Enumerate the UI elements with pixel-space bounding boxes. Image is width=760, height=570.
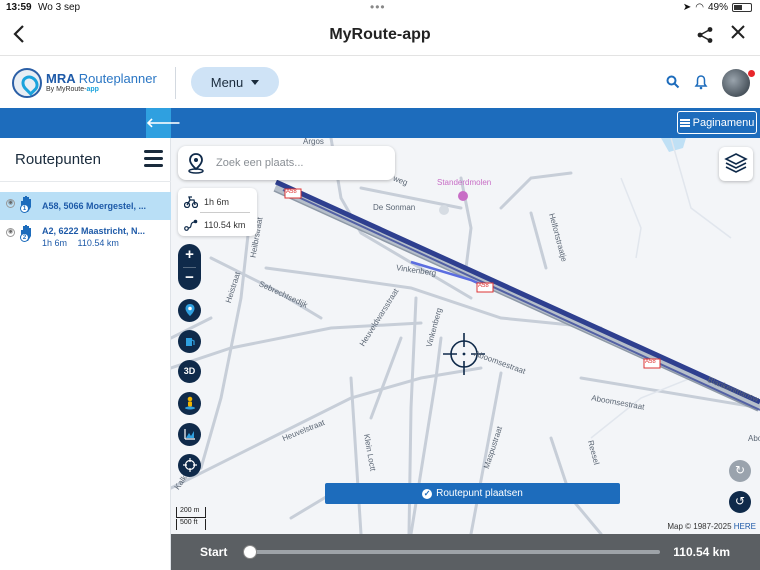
bell-icon[interactable] bbox=[694, 74, 708, 90]
hand-marker-icon: 1 bbox=[18, 195, 34, 213]
route-progress-bar: Start 110.54 km bbox=[171, 534, 760, 570]
panel-divider bbox=[0, 181, 171, 182]
map-base bbox=[171, 138, 760, 534]
3d-toggle-button[interactable]: 3D bbox=[178, 360, 201, 383]
location-arrow-icon: ➤ bbox=[682, 2, 692, 13]
search-icon[interactable] bbox=[666, 75, 680, 89]
copyright-text: Map © 1987-2025 bbox=[667, 522, 732, 531]
route-point-meta: 1h 6m 110.54 km bbox=[42, 238, 127, 248]
map-copyright[interactable]: Map © 1987-2025 HERE bbox=[667, 522, 756, 531]
route-point-badge: 1 bbox=[20, 204, 29, 213]
battery-percent: 49% bbox=[707, 2, 728, 13]
menu-label: Menu bbox=[210, 74, 244, 90]
hand-marker-icon: 2 bbox=[18, 224, 34, 242]
undo-icon[interactable]: ↺ bbox=[729, 491, 751, 513]
window-title: MyRoute-app bbox=[329, 26, 431, 43]
map-canvas[interactable]: Argos De Sonman Standerdmolen weg Heilbr… bbox=[171, 138, 760, 534]
layers-icon[interactable] bbox=[719, 147, 753, 181]
page-menu-label: Paginamenu bbox=[692, 116, 755, 129]
stats-distance-row: 110.54 km bbox=[184, 219, 245, 231]
collapse-panel-arrow-icon[interactable]: 🡐 bbox=[146, 108, 181, 138]
close-icon[interactable] bbox=[726, 22, 750, 46]
map-label: Abo bbox=[748, 434, 760, 443]
check-circle-icon: ✓ bbox=[422, 488, 433, 499]
pegman-icon[interactable] bbox=[178, 392, 201, 415]
scale-metric: 200 m bbox=[176, 507, 206, 518]
battery-icon bbox=[732, 3, 752, 12]
route-point-item[interactable]: ◉ 2 A2, 6222 Maastricht, N... 1h 6m 110.… bbox=[0, 221, 171, 249]
progress-track[interactable] bbox=[250, 550, 660, 554]
start-label: Start bbox=[200, 545, 228, 559]
header-divider bbox=[175, 67, 176, 99]
scale-bar: 200 m 500 ft bbox=[176, 507, 226, 531]
logo-sub-suffix: app bbox=[86, 86, 99, 93]
search-input[interactable] bbox=[216, 154, 386, 172]
progress-slider-handle[interactable] bbox=[243, 545, 257, 559]
drag-handle-icon[interactable]: ◉ bbox=[6, 228, 15, 237]
route-point-distance: 110.54 km bbox=[77, 238, 119, 248]
route-point-item[interactable]: ◉ 1 A58, 5066 Moergestel, ... bbox=[0, 192, 171, 220]
route-panel-menu-icon[interactable] bbox=[144, 150, 163, 167]
zoom-control: + − bbox=[178, 244, 201, 290]
hamburger-icon bbox=[679, 118, 690, 127]
route-stats: 1h 6m 110.54 km bbox=[178, 188, 257, 236]
stats-duration-row: 1h 6m bbox=[183, 196, 230, 209]
fuel-icon[interactable] bbox=[178, 330, 201, 353]
place-route-point-button[interactable]: ✓ Routepunt plaatsen bbox=[325, 483, 620, 504]
scale-imperial: 500 ft bbox=[176, 519, 206, 530]
map-label: Argos bbox=[303, 138, 324, 146]
motorcycle-icon bbox=[183, 196, 199, 209]
route-point-badge: 2 bbox=[20, 233, 29, 242]
multitask-dots-icon[interactable]: ••• bbox=[370, 0, 386, 14]
route-point-name: A2, 6222 Maastricht, N... bbox=[42, 226, 146, 236]
place-route-point-label: Routepunt plaatsen bbox=[436, 488, 523, 499]
stats-duration: 1h 6m bbox=[204, 197, 230, 207]
title-bar: MyRoute-app bbox=[0, 16, 760, 56]
avatar[interactable] bbox=[722, 69, 750, 97]
highway-shield-label: A58 bbox=[286, 189, 297, 195]
status-date: Wo 3 sep bbox=[38, 2, 81, 13]
copyright-brand: HERE bbox=[733, 522, 756, 531]
location-pin-icon[interactable] bbox=[186, 152, 206, 174]
highway-shield-label: A58 bbox=[645, 359, 656, 365]
page-menu-button[interactable]: Paginamenu bbox=[677, 111, 757, 134]
stats-divider bbox=[200, 212, 250, 213]
logo-mra: MRA bbox=[46, 71, 76, 86]
caret-down-icon bbox=[251, 79, 260, 85]
place-search-box bbox=[178, 146, 395, 180]
route-panel: Routepunten ◉ 1 A58, 5066 Moergestel, ..… bbox=[0, 138, 171, 570]
share-icon[interactable] bbox=[696, 26, 716, 46]
map-label: De Sonman bbox=[373, 203, 416, 212]
map-label: Standerdmolen bbox=[437, 178, 492, 187]
zoom-divider bbox=[183, 267, 196, 268]
redo-icon[interactable]: ↻ bbox=[729, 460, 751, 482]
logo-subtitle: By MyRoute-app bbox=[46, 86, 99, 93]
total-distance: 110.54 km bbox=[673, 545, 730, 559]
zoom-in-button[interactable]: + bbox=[178, 244, 201, 267]
elevation-chart-icon[interactable] bbox=[178, 423, 201, 446]
menu-button[interactable]: Menu bbox=[191, 67, 279, 97]
status-bar: 13:59 Wo 3 sep ••• ➤ ◠ 49% bbox=[0, 0, 760, 16]
logo-name: Routeplanner bbox=[78, 71, 157, 86]
notification-dot bbox=[748, 70, 755, 77]
route-panel-title: Routepunten bbox=[15, 151, 101, 168]
location-marker-icon[interactable] bbox=[178, 299, 201, 322]
zoom-out-button[interactable]: − bbox=[178, 267, 201, 290]
app-header: MRA Routeplanner By MyRoute-app Menu bbox=[0, 57, 760, 108]
mra-logo-icon[interactable] bbox=[12, 68, 42, 98]
route-point-duration: 1h 6m bbox=[42, 238, 68, 248]
wifi-icon: ◠ bbox=[695, 2, 704, 13]
status-right: ➤ ◠ 49% bbox=[683, 2, 752, 13]
app-root: 13:59 Wo 3 sep ••• ➤ ◠ 49% MyRoute-app M… bbox=[0, 0, 760, 570]
highway-shield-label: A58 bbox=[478, 283, 489, 289]
drag-handle-icon[interactable]: ◉ bbox=[6, 199, 15, 208]
stats-distance: 110.54 km bbox=[204, 220, 246, 230]
status-time: 13:59 bbox=[6, 2, 32, 13]
crosshair-icon[interactable] bbox=[178, 454, 201, 477]
route-distance-icon bbox=[184, 219, 198, 231]
logo-title[interactable]: MRA Routeplanner bbox=[46, 71, 157, 86]
blue-toolbar: 🡐 Paginamenu bbox=[0, 108, 760, 138]
route-point-name: A58, 5066 Moergestel, ... bbox=[42, 201, 147, 211]
logo-sub-prefix: By MyRoute- bbox=[46, 86, 87, 93]
